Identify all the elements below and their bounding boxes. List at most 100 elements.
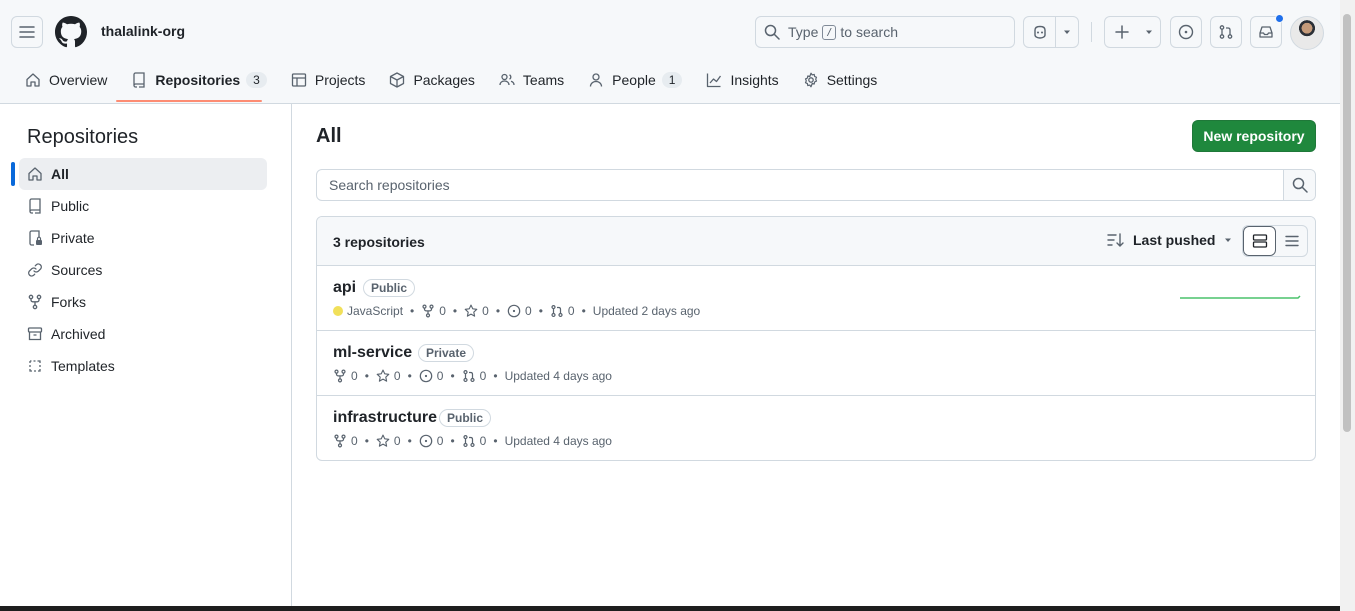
page-header: thalalink-org Type / to search Overview … <box>0 0 1340 104</box>
triangle-down-icon <box>1146 30 1152 34</box>
search-icon <box>1292 177 1308 193</box>
fork-icon <box>28 294 42 310</box>
issue-opened-icon <box>507 304 521 318</box>
updated-time: Updated 4 days ago <box>504 434 612 448</box>
repo-meta: 0 • 0 • 0 • 0 • Updated 4 days ago <box>333 434 612 448</box>
stars-count[interactable]: 0 <box>464 304 489 318</box>
issues-count[interactable]: 0 <box>419 434 443 448</box>
issues-value: 0 <box>525 304 532 318</box>
forks-count[interactable]: 0 <box>333 369 358 383</box>
issues-button[interactable] <box>1170 16 1202 48</box>
new-repository-button[interactable]: New repository <box>1192 120 1316 152</box>
stars-count[interactable]: 0 <box>376 434 401 448</box>
language-item: JavaScript <box>333 304 403 318</box>
updated-time: Updated 4 days ago <box>504 369 612 383</box>
prs-count[interactable]: 0 <box>462 434 486 448</box>
sidebar-item-public[interactable]: Public <box>19 190 267 222</box>
tab-packages[interactable]: Packages <box>380 64 483 96</box>
graph-icon <box>707 73 722 88</box>
tab-insights[interactable]: Insights <box>697 64 787 96</box>
global-search-input[interactable]: Type / to search <box>755 16 1015 48</box>
plus-icon <box>1115 25 1129 39</box>
forks-count[interactable]: 0 <box>333 434 358 448</box>
tab-overview[interactable]: Overview <box>16 64 116 96</box>
search-suffix-text: to search <box>840 24 898 40</box>
star-icon <box>464 304 478 317</box>
star-icon <box>376 434 390 447</box>
sidebar-item-archived[interactable]: Archived <box>19 318 267 350</box>
search-shortcut-key: / <box>822 24 837 40</box>
triangle-down-icon <box>1064 30 1071 34</box>
copilot-dropdown-button[interactable] <box>1056 17 1078 47</box>
person-icon <box>590 73 603 87</box>
org-name-link[interactable]: thalalink-org <box>101 23 185 39</box>
tab-projects[interactable]: Projects <box>282 64 375 96</box>
repo-name-link[interactable]: infrastructure <box>333 409 437 427</box>
inbox-icon <box>1259 26 1273 38</box>
pull-requests-button[interactable] <box>1210 16 1242 48</box>
tab-settings[interactable]: Settings <box>794 64 887 96</box>
sidebar-item-label: Public <box>51 198 90 214</box>
repo-icon <box>29 198 41 214</box>
sort-desc-icon <box>1107 233 1124 247</box>
git-pull-request-icon <box>463 369 475 383</box>
list-icon <box>1284 235 1299 247</box>
notification-dot <box>1275 14 1284 23</box>
forks-value: 0 <box>351 434 358 448</box>
issues-count[interactable]: 0 <box>419 369 443 383</box>
sidebar-item-label: All <box>51 166 69 182</box>
fork-icon <box>334 434 346 448</box>
repo-name-link[interactable]: api <box>333 279 356 297</box>
tab-people[interactable]: People 1 <box>579 64 691 96</box>
create-new-button[interactable] <box>1104 16 1161 48</box>
sidebar-item-all[interactable]: All <box>11 158 267 190</box>
card-view-button[interactable] <box>1243 226 1276 256</box>
prs-value: 0 <box>567 304 575 318</box>
github-logo-icon[interactable] <box>55 16 87 48</box>
visibility-badge: Private <box>418 344 475 362</box>
sidebar-item-forks[interactable]: Forks <box>19 286 267 318</box>
repo-search-bar <box>316 169 1316 201</box>
sidebar-title: Repositories <box>27 126 139 148</box>
gear-icon <box>804 72 817 88</box>
sidebar-item-sources[interactable]: Sources <box>19 254 267 286</box>
issue-opened-icon <box>419 434 433 448</box>
scrollbar-thumb[interactable] <box>1343 14 1351 432</box>
repo-name-link[interactable]: ml-service <box>333 344 412 362</box>
tab-label: People <box>612 72 656 88</box>
list-view-button[interactable] <box>1276 226 1307 256</box>
repo-search-input[interactable] <box>317 170 1283 200</box>
search-icon <box>764 24 780 40</box>
tab-label: Insights <box>730 72 779 88</box>
search-prefix-text: Type <box>788 24 819 40</box>
prs-count[interactable]: 0 <box>550 304 575 318</box>
copilot-button-group <box>1023 16 1079 48</box>
repo-meta: JavaScript • 0 • 0 • 0 • 0 • Updated 2 d… <box>333 304 700 318</box>
tab-repositories[interactable]: Repositories 3 <box>122 64 276 96</box>
forks-count[interactable]: 0 <box>421 304 446 318</box>
stars-value: 0 <box>482 304 489 318</box>
sidebar-item-label: Templates <box>51 358 115 374</box>
prs-count[interactable]: 0 <box>462 369 486 383</box>
package-icon <box>390 72 405 88</box>
tab-teams[interactable]: Teams <box>490 64 573 96</box>
sidebar-item-templates[interactable]: Templates <box>19 350 267 382</box>
copilot-button[interactable] <box>1024 17 1057 47</box>
stars-count[interactable]: 0 <box>376 369 401 383</box>
sidebar-item-label: Sources <box>51 262 103 278</box>
hamburger-menu-button[interactable] <box>11 16 43 48</box>
forks-value: 0 <box>439 304 446 318</box>
sort-dropdown[interactable]: Last pushed <box>1107 232 1233 248</box>
copilot-icon <box>1034 25 1046 39</box>
sidebar-item-label: Private <box>51 230 95 246</box>
sidebar-item-private[interactable]: Private <box>19 222 267 254</box>
git-pull-request-icon <box>551 304 563 318</box>
user-avatar[interactable] <box>1290 16 1324 50</box>
star-icon <box>376 369 390 382</box>
rows-icon <box>1252 234 1267 248</box>
repo-search-button[interactable] <box>1283 170 1315 200</box>
view-toggle <box>1242 225 1308 257</box>
bottom-edge-strip <box>0 606 1340 611</box>
header-divider <box>1091 22 1092 42</box>
issues-count[interactable]: 0 <box>507 304 532 318</box>
